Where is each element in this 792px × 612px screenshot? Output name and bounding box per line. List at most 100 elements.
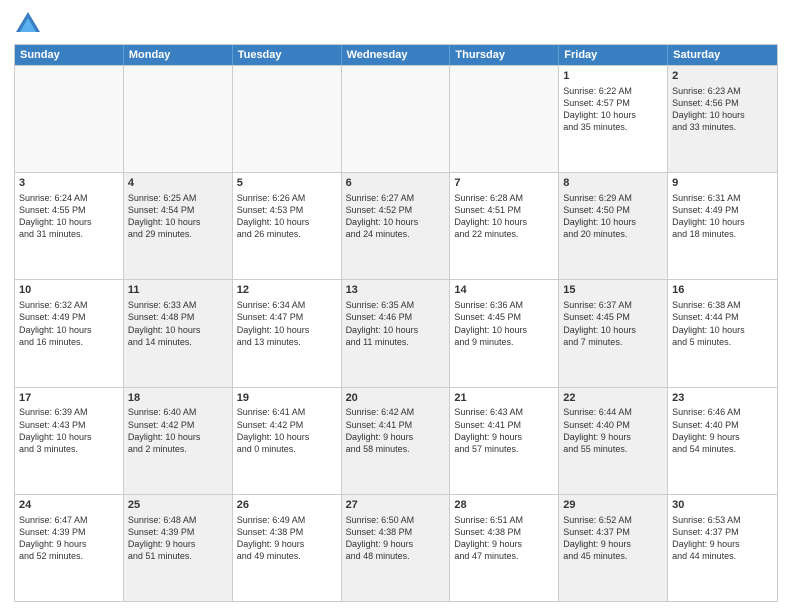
day-info-line: Sunrise: 6:22 AM: [563, 85, 663, 97]
day-info-line: Sunset: 4:38 PM: [237, 526, 337, 538]
day-info-line: Sunrise: 6:39 AM: [19, 406, 119, 418]
day-info-line: and 45 minutes.: [563, 550, 663, 562]
day-info-line: Daylight: 10 hours: [454, 324, 554, 336]
day-info-line: and 26 minutes.: [237, 228, 337, 240]
day-info-line: Sunrise: 6:44 AM: [563, 406, 663, 418]
logo-icon: [14, 10, 42, 38]
day-info-line: and 18 minutes.: [672, 228, 773, 240]
day-info-line: Sunrise: 6:24 AM: [19, 192, 119, 204]
header: [14, 10, 778, 38]
calendar-cell: [233, 66, 342, 172]
calendar-cell: 14Sunrise: 6:36 AMSunset: 4:45 PMDayligh…: [450, 280, 559, 386]
day-info-line: Daylight: 10 hours: [128, 431, 228, 443]
day-info-line: Sunset: 4:53 PM: [237, 204, 337, 216]
day-info-line: and 47 minutes.: [454, 550, 554, 562]
day-info-line: and 51 minutes.: [128, 550, 228, 562]
day-info-line: Daylight: 9 hours: [672, 538, 773, 550]
day-info-line: and 0 minutes.: [237, 443, 337, 455]
day-info-line: and 57 minutes.: [454, 443, 554, 455]
day-number: 28: [454, 498, 554, 513]
day-info-line: Daylight: 9 hours: [454, 538, 554, 550]
day-info-line: Daylight: 9 hours: [19, 538, 119, 550]
day-info-line: Sunset: 4:52 PM: [346, 204, 446, 216]
day-info-line: Daylight: 10 hours: [563, 216, 663, 228]
day-info-line: and 31 minutes.: [19, 228, 119, 240]
day-info-line: and 22 minutes.: [454, 228, 554, 240]
calendar-cell: [342, 66, 451, 172]
day-info-line: Sunset: 4:50 PM: [563, 204, 663, 216]
day-number: 23: [672, 391, 773, 406]
day-info-line: Sunset: 4:47 PM: [237, 311, 337, 323]
day-info-line: Sunset: 4:48 PM: [128, 311, 228, 323]
day-info-line: Sunrise: 6:32 AM: [19, 299, 119, 311]
day-info-line: Sunset: 4:45 PM: [563, 311, 663, 323]
calendar-body: 1Sunrise: 6:22 AMSunset: 4:57 PMDaylight…: [15, 65, 777, 601]
day-info-line: Sunset: 4:38 PM: [454, 526, 554, 538]
day-info-line: Sunrise: 6:50 AM: [346, 514, 446, 526]
calendar-cell: 28Sunrise: 6:51 AMSunset: 4:38 PMDayligh…: [450, 495, 559, 601]
day-info-line: Sunset: 4:43 PM: [19, 419, 119, 431]
day-info-line: and 48 minutes.: [346, 550, 446, 562]
day-info-line: and 35 minutes.: [563, 121, 663, 133]
calendar-cell: 18Sunrise: 6:40 AMSunset: 4:42 PMDayligh…: [124, 388, 233, 494]
calendar-cell: 27Sunrise: 6:50 AMSunset: 4:38 PMDayligh…: [342, 495, 451, 601]
day-number: 30: [672, 498, 773, 513]
calendar-cell: 16Sunrise: 6:38 AMSunset: 4:44 PMDayligh…: [668, 280, 777, 386]
day-info-line: Daylight: 9 hours: [346, 538, 446, 550]
day-info-line: Daylight: 10 hours: [346, 324, 446, 336]
day-number: 4: [128, 176, 228, 191]
day-info-line: Sunset: 4:40 PM: [672, 419, 773, 431]
weekday-header: Thursday: [450, 45, 559, 65]
day-info-line: Sunrise: 6:26 AM: [237, 192, 337, 204]
day-info-line: Sunset: 4:37 PM: [672, 526, 773, 538]
day-number: 7: [454, 176, 554, 191]
day-info-line: Daylight: 9 hours: [237, 538, 337, 550]
day-number: 25: [128, 498, 228, 513]
day-info-line: Sunset: 4:51 PM: [454, 204, 554, 216]
day-info-line: Sunrise: 6:43 AM: [454, 406, 554, 418]
day-info-line: Daylight: 10 hours: [672, 216, 773, 228]
calendar-cell: 8Sunrise: 6:29 AMSunset: 4:50 PMDaylight…: [559, 173, 668, 279]
day-number: 14: [454, 283, 554, 298]
day-info-line: Sunset: 4:38 PM: [346, 526, 446, 538]
day-info-line: Daylight: 10 hours: [237, 324, 337, 336]
day-number: 3: [19, 176, 119, 191]
day-info-line: and 33 minutes.: [672, 121, 773, 133]
day-info-line: Sunset: 4:39 PM: [128, 526, 228, 538]
logo: [14, 10, 46, 38]
day-info-line: and 9 minutes.: [454, 336, 554, 348]
day-info-line: and 16 minutes.: [19, 336, 119, 348]
calendar-cell: 29Sunrise: 6:52 AMSunset: 4:37 PMDayligh…: [559, 495, 668, 601]
day-number: 22: [563, 391, 663, 406]
weekday-header: Sunday: [15, 45, 124, 65]
day-info-line: Sunrise: 6:52 AM: [563, 514, 663, 526]
day-info-line: Sunset: 4:45 PM: [454, 311, 554, 323]
calendar-cell: 4Sunrise: 6:25 AMSunset: 4:54 PMDaylight…: [124, 173, 233, 279]
day-info-line: Sunset: 4:40 PM: [563, 419, 663, 431]
day-info-line: Sunrise: 6:29 AM: [563, 192, 663, 204]
calendar-cell: [15, 66, 124, 172]
weekday-header: Wednesday: [342, 45, 451, 65]
day-info-line: Sunset: 4:57 PM: [563, 97, 663, 109]
day-info-line: Daylight: 10 hours: [672, 109, 773, 121]
day-info-line: Daylight: 10 hours: [672, 324, 773, 336]
day-info-line: Sunset: 4:39 PM: [19, 526, 119, 538]
calendar-cell: 13Sunrise: 6:35 AMSunset: 4:46 PMDayligh…: [342, 280, 451, 386]
day-info-line: Sunrise: 6:28 AM: [454, 192, 554, 204]
day-number: 20: [346, 391, 446, 406]
day-info-line: and 3 minutes.: [19, 443, 119, 455]
day-number: 16: [672, 283, 773, 298]
calendar-cell: 22Sunrise: 6:44 AMSunset: 4:40 PMDayligh…: [559, 388, 668, 494]
day-info-line: Daylight: 9 hours: [563, 538, 663, 550]
day-number: 12: [237, 283, 337, 298]
calendar-row: 17Sunrise: 6:39 AMSunset: 4:43 PMDayligh…: [15, 387, 777, 494]
calendar-cell: 30Sunrise: 6:53 AMSunset: 4:37 PMDayligh…: [668, 495, 777, 601]
day-number: 13: [346, 283, 446, 298]
day-info-line: Daylight: 10 hours: [237, 216, 337, 228]
calendar-header: SundayMondayTuesdayWednesdayThursdayFrid…: [15, 45, 777, 65]
day-info-line: Daylight: 10 hours: [563, 324, 663, 336]
calendar-cell: 6Sunrise: 6:27 AMSunset: 4:52 PMDaylight…: [342, 173, 451, 279]
day-info-line: Daylight: 10 hours: [19, 324, 119, 336]
day-info-line: Sunrise: 6:40 AM: [128, 406, 228, 418]
day-info-line: and 11 minutes.: [346, 336, 446, 348]
